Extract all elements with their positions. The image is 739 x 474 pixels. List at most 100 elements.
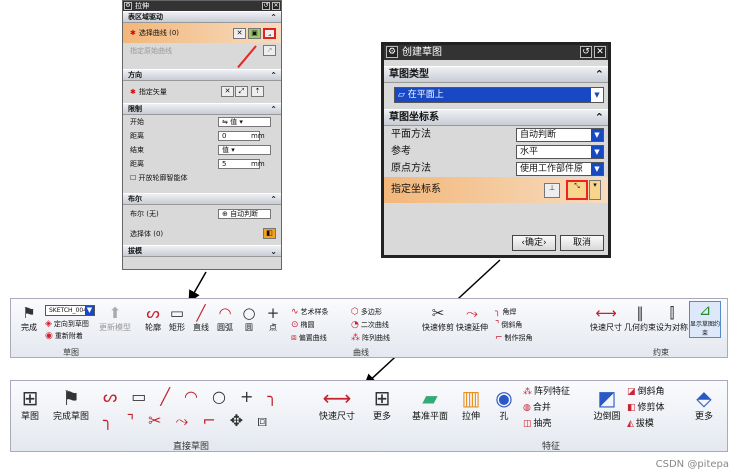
arc-icon: ◠ <box>218 304 232 322</box>
hole-icon: ◉ <box>495 386 513 410</box>
more-button[interactable]: ⊞ 更多 <box>365 387 399 422</box>
point-button[interactable]: + 点 <box>261 305 285 333</box>
fillet-icon: ╮ <box>495 307 501 317</box>
unite-button[interactable]: ◍ 合并 <box>523 403 551 413</box>
extend-icon[interactable]: ⤳ <box>176 411 203 430</box>
set-symmetric-button[interactable]: ⫿ 设为对称 <box>655 305 689 333</box>
pattern-icon: ⁂ <box>523 387 532 397</box>
sketch-name-select[interactable]: SKETCH_004 ▼ <box>45 305 95 316</box>
art-spline-button[interactable]: ∿ 艺术样条 <box>291 307 329 317</box>
extrude-button[interactable]: ▥ 拉伸 <box>453 387 489 422</box>
show-constraint-icon: ⊿ <box>698 301 712 319</box>
conic-icon: ◔ <box>351 320 359 330</box>
show-constraint-button[interactable]: ⊿ 显示草图约束 <box>689 301 721 338</box>
trim-body-button[interactable]: ◧ 修剪体 <box>627 403 665 413</box>
draft-icon: ◭ <box>627 419 634 429</box>
chamfer-button-2[interactable]: ◪ 倒斜角 <box>627 387 665 397</box>
pattern-icon: ⁂ <box>351 333 360 343</box>
arrow-down-left <box>188 271 207 303</box>
plus-icon[interactable]: + <box>240 387 267 406</box>
symmetric-icon: ⫿ <box>669 304 675 322</box>
shell-icon: ◫ <box>523 419 532 429</box>
move-curve-icon[interactable]: ✥ <box>230 411 257 430</box>
quick-extend-button[interactable]: ⤳ 快速延伸 <box>455 305 489 333</box>
more-button-2[interactable]: ⬘ 更多 <box>687 387 721 422</box>
group-constraint-label: 约束 <box>653 348 669 357</box>
dimension-icon: ⟷ <box>322 386 352 410</box>
group-direct-label: 直接草图 <box>172 442 209 452</box>
more-icon: ⬘ <box>696 386 712 410</box>
checkered-flag-icon: ⚑ <box>22 304 36 322</box>
orient-icon: ◈ <box>45 319 52 329</box>
arc-icon[interactable]: ◠ <box>184 387 212 406</box>
edge-blend-button[interactable]: ◩ 边倒圆 <box>587 387 627 422</box>
chamfer-icon: ◪ <box>627 387 636 397</box>
offset-curve-button[interactable]: ⧈ 偏置曲线 <box>291 333 327 343</box>
reattach-icon: ◉ <box>45 331 53 341</box>
profile-icon[interactable]: ᔕ <box>103 387 131 406</box>
rectangle-icon: ▭ <box>169 304 185 322</box>
group-curve-label: 曲线 <box>353 348 369 357</box>
checkered-flag-icon: ⚑ <box>62 386 80 410</box>
direct-sketch-tools: ᔕ▭╱◠○+╮ ╮⌝✂⤳⌐✥⧈ <box>103 385 293 437</box>
draft-button[interactable]: ◭ 拔模 <box>627 419 654 429</box>
geo-constraint-button[interactable]: ∥ 几何约束 <box>623 305 657 333</box>
ellipse-icon: ⊙ <box>291 320 299 330</box>
shell-button[interactable]: ◫ 抽壳 <box>523 419 552 429</box>
trim-body-icon: ◧ <box>627 403 636 413</box>
chamfer-icon: ⌝ <box>495 320 500 330</box>
hole-button[interactable]: ◉ 孔 <box>489 387 519 422</box>
offset-icon[interactable]: ⧈ <box>257 411 281 430</box>
plus-icon: + <box>266 304 280 322</box>
datum-plane-button[interactable]: ▰ 基准平面 <box>407 387 453 422</box>
unite-icon: ◍ <box>523 403 531 413</box>
sketch-toolbar: ⚑ 完成 SKETCH_004 ▼ ◈ 定向到草图 ◉ 重新附着 ⬆ 更新模型 草图 ᔕ轮… <box>10 298 728 358</box>
update-icon: ⬆ <box>108 304 122 322</box>
extend-icon: ⤳ <box>465 304 478 322</box>
line-button[interactable]: ╱ 直线 <box>189 305 213 333</box>
reattach-button[interactable]: ◉ 重新附着 <box>45 331 83 341</box>
corner-icon: ⌐ <box>495 333 503 343</box>
rectangle-button[interactable]: ▭ 矩形 <box>165 305 189 333</box>
fillet-button[interactable]: ╮ 角焊 <box>495 307 516 317</box>
more-icon: ⊞ <box>373 386 391 410</box>
ellipse-button[interactable]: ⊙ 椭圆 <box>291 320 315 330</box>
line-icon[interactable]: ╱ <box>160 387 184 406</box>
polygon-icon: ⬡ <box>351 307 359 317</box>
edge-blend-icon: ◩ <box>597 386 617 410</box>
update-model-button[interactable]: ⬆ 更新模型 <box>97 305 133 333</box>
quick-trim-button[interactable]: ✂ 快速修剪 <box>421 305 455 333</box>
pattern-curve-button[interactable]: ⁂ 阵列曲线 <box>351 333 390 343</box>
spline-icon[interactable]: ╮ <box>267 387 291 406</box>
chamfer-icon[interactable]: ⌝ <box>127 411 149 430</box>
chamfer-button[interactable]: ⌝ 倒斜角 <box>495 320 522 330</box>
make-corner-button[interactable]: ⌐ 制作拐角 <box>495 333 533 343</box>
corner-icon[interactable]: ⌐ <box>202 411 229 430</box>
finish-button[interactable]: ⚑ 完成 <box>15 305 43 333</box>
sketch-icon: ⊞ <box>21 386 39 410</box>
fillet-icon[interactable]: ╮ <box>103 411 127 430</box>
extrude-icon: ▥ <box>461 386 481 410</box>
orient-view-button[interactable]: ◈ 定向到草图 <box>45 319 89 329</box>
profile-icon: ᔕ <box>146 304 160 322</box>
pattern-feature-button[interactable]: ⁂ 阵列特征 <box>523 387 570 397</box>
conic-button[interactable]: ◔ 二次曲线 <box>351 320 389 330</box>
constraint-icon: ∥ <box>636 304 644 322</box>
group-sketch-label: 草图 <box>63 348 79 357</box>
profile-button[interactable]: ᔕ 轮廓 <box>141 305 165 333</box>
sketch-button[interactable]: ⊞ 草图 <box>15 387 45 422</box>
circle-icon[interactable]: ○ <box>212 387 240 406</box>
watermark: CSDN @pitepa <box>655 459 729 470</box>
spline-icon: ∿ <box>291 307 299 317</box>
finish-sketch-button[interactable]: ⚑ 完成草图 <box>47 387 95 422</box>
circle-icon: ○ <box>242 304 256 322</box>
arc-button[interactable]: ◠ 圆弧 <box>213 305 237 333</box>
rectangle-icon[interactable]: ▭ <box>131 387 160 406</box>
rapid-dim-button-2[interactable]: ⟷ 快速尺寸 <box>311 387 363 422</box>
polygon-button[interactable]: ⬡ 多边形 <box>351 307 382 317</box>
trim-icon[interactable]: ✂ <box>148 411 175 430</box>
group-feature-label: 特征 <box>541 442 560 452</box>
rapid-dim-button[interactable]: ⟷ 快速尺寸 <box>589 305 623 333</box>
circle-button[interactable]: ○ 圆 <box>237 305 261 333</box>
datum-plane-icon: ▰ <box>422 386 438 410</box>
